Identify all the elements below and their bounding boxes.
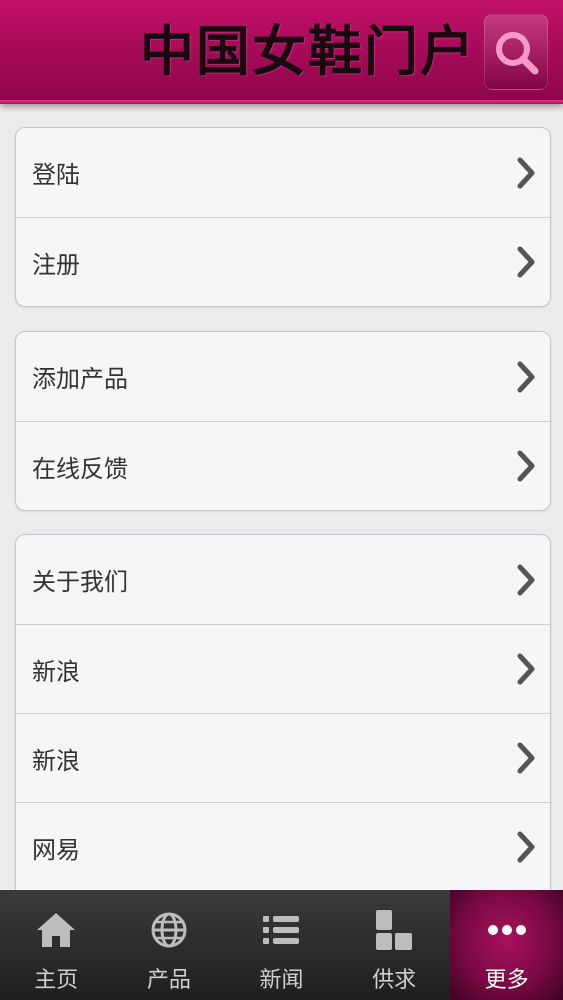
chevron-right-icon [517, 742, 535, 774]
chevron-right-icon [517, 564, 535, 595]
app-header: 中国女鞋门户 [0, 0, 563, 104]
tab-products[interactable]: 产品 [113, 890, 226, 1000]
sina-item[interactable]: 新浪 [16, 624, 550, 713]
chevron-right-icon [517, 653, 535, 685]
tab-more-label: 更多 [484, 968, 529, 993]
tab-home-label: 主页 [34, 968, 79, 993]
chevron-right-icon [517, 831, 535, 863]
home-icon [37, 913, 76, 947]
about-us-label: 关于我们 [32, 568, 128, 596]
links-group: 关于我们 新浪 新浪 网易 [15, 534, 551, 934]
account-group: 登陆 注册 [15, 127, 551, 307]
sina-label: 新浪 [32, 657, 80, 686]
globe-icon [151, 912, 187, 948]
feedback-label: 在线反馈 [32, 454, 128, 483]
tab-home[interactable]: 主页 [0, 890, 113, 1000]
list-icon [263, 916, 300, 944]
bottom-tab-bar: 主页 产品 新闻 供求 更多 [0, 890, 563, 1000]
chevron-right-icon [517, 361, 535, 392]
tab-supply-demand-label: 供求 [372, 968, 417, 993]
about-us-item[interactable]: 关于我们 [16, 535, 550, 624]
tab-supply-demand[interactable]: 供求 [338, 890, 451, 1000]
more-icon [487, 925, 526, 935]
blocks-icon [376, 910, 413, 950]
login-item[interactable]: 登陆 [16, 128, 550, 217]
tab-news[interactable]: 新闻 [225, 890, 338, 1000]
sina-item-2[interactable]: 新浪 [16, 713, 550, 802]
tab-news-label: 新闻 [259, 968, 304, 993]
login-label: 登陆 [32, 161, 80, 189]
tab-products-label: 产品 [146, 968, 191, 993]
register-label: 注册 [32, 250, 80, 279]
feedback-item[interactable]: 在线反馈 [16, 421, 550, 510]
chevron-right-icon [517, 246, 535, 278]
app-title: 中国女鞋门户 [140, 19, 476, 83]
chevron-right-icon [517, 450, 535, 482]
actions-group: 添加产品 在线反馈 [15, 331, 551, 511]
add-product-label: 添加产品 [32, 365, 128, 393]
search-icon [496, 32, 539, 75]
app-root: 中国女鞋门户 登陆 注册 添加产品 在线反馈 关于我们 新浪 新浪 网易 主页 … [0, 0, 563, 1000]
netease-item[interactable]: 网易 [16, 802, 550, 891]
tab-more[interactable]: 更多 [450, 890, 563, 1000]
add-product-item[interactable]: 添加产品 [16, 332, 550, 421]
netease-label: 网易 [32, 835, 80, 864]
sina-label-2: 新浪 [32, 746, 80, 775]
chevron-right-icon [517, 157, 535, 188]
search-button[interactable] [484, 14, 548, 90]
register-item[interactable]: 注册 [16, 217, 550, 306]
